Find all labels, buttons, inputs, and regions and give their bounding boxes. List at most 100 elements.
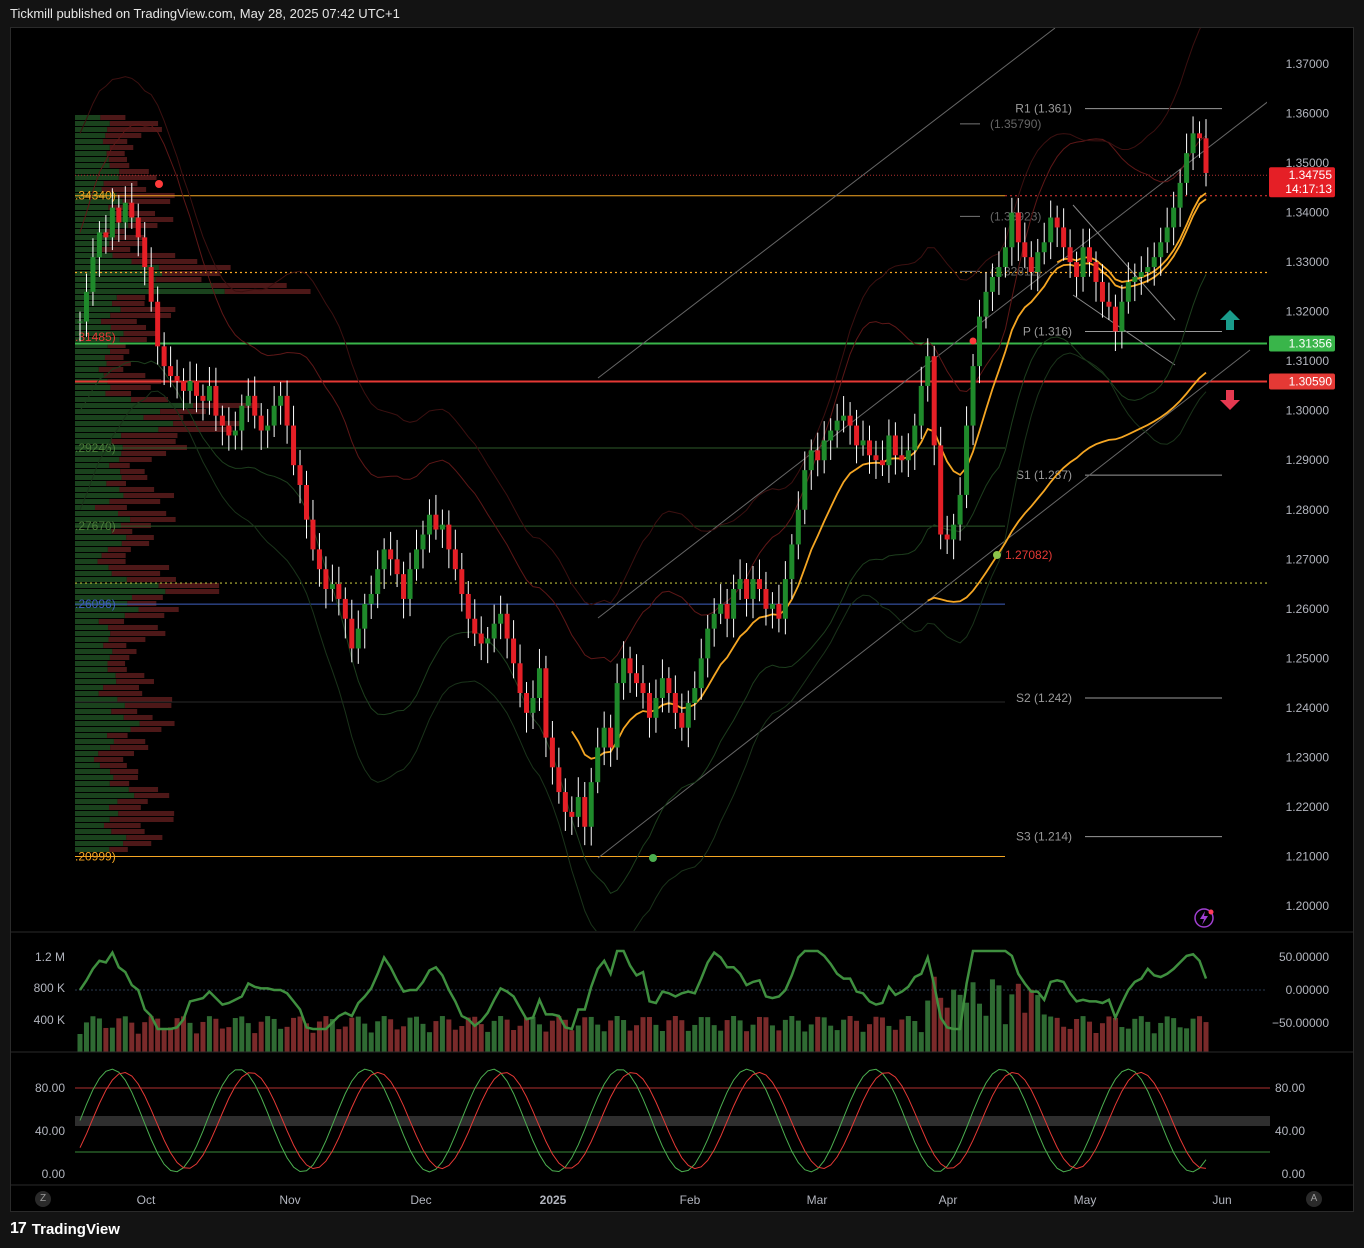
candle-body	[1099, 281, 1105, 302]
volume-bar	[802, 1031, 808, 1052]
volume-profile-bar	[98, 751, 134, 756]
candle-body	[549, 737, 555, 768]
volume-bar	[789, 1016, 795, 1052]
volume-bar	[1022, 1012, 1028, 1052]
volume-bar	[1203, 1022, 1209, 1052]
volume-profile-bar	[75, 781, 110, 786]
time-tick-label: Apr	[939, 1193, 958, 1207]
volume-profile-bar	[116, 679, 154, 684]
candle-body	[524, 693, 530, 713]
volume-profile-bar	[110, 325, 147, 330]
volume-bar	[724, 1020, 730, 1052]
fib-label: (1.33923)	[990, 209, 1041, 223]
candle-body	[1028, 257, 1034, 273]
volume-profile-bar	[161, 271, 221, 276]
chart-canvas[interactable]: R1 (1.361) P (1.316) S1 (1.287) S2 (1.242) S…	[0, 0, 1364, 1248]
candle-body	[1074, 262, 1080, 277]
volume-bar	[375, 1021, 381, 1052]
candle-body	[478, 633, 484, 644]
volume-bar	[511, 1030, 517, 1052]
volume-profile-bar	[98, 691, 143, 696]
volume-profile-bar	[75, 157, 109, 162]
volume-bar	[685, 1030, 691, 1052]
volume-bar	[964, 1002, 970, 1052]
volume-bar	[472, 1016, 478, 1052]
candle-body	[659, 678, 665, 698]
volume-bar	[349, 1017, 355, 1052]
volume-bar	[666, 1020, 672, 1052]
volume-profile-bar	[118, 511, 167, 516]
volume-profile-bar	[75, 469, 121, 474]
volume-profile-bar	[75, 241, 110, 246]
volume-tick-label: 1.2 M	[35, 950, 65, 964]
volume-profile-bar	[75, 547, 108, 552]
candle-body	[407, 569, 413, 599]
volume-profile-bar	[105, 229, 125, 234]
nav-right-button[interactable]: A	[1306, 1191, 1322, 1207]
price-tick-label: 1.22000	[1286, 800, 1330, 814]
volume-bar	[776, 1030, 782, 1052]
volume-profile-bar	[131, 595, 163, 600]
outer-lower-band	[79, 352, 1207, 931]
candle-body	[446, 524, 452, 550]
volume-profile-bar	[75, 673, 116, 678]
volume-bar	[530, 1016, 536, 1052]
volume-profile-bar	[94, 757, 124, 762]
volume-profile-bar	[109, 463, 130, 468]
candle-body	[116, 207, 122, 223]
volume-bar	[1164, 1016, 1170, 1052]
volume-profile-bar	[105, 133, 142, 138]
level-label: .27670)	[75, 519, 116, 533]
volume-bar	[621, 1020, 627, 1052]
price-tick-label: 1.23000	[1286, 750, 1330, 764]
volume-profile-bar	[75, 205, 109, 210]
volume-bar	[892, 1029, 898, 1052]
candle-body	[977, 316, 983, 367]
candle-body	[562, 792, 568, 812]
candle-body	[349, 618, 355, 649]
volume-profile-bar	[75, 775, 114, 780]
volume-bar	[90, 1016, 96, 1052]
volume-profile-bar	[126, 577, 176, 582]
volume-profile-bar	[94, 505, 127, 510]
volume-bar	[278, 1028, 284, 1052]
volume-profile-bar	[110, 349, 130, 354]
volume-profile-bar	[75, 367, 99, 372]
volume-profile-bar	[134, 793, 170, 798]
candle-body	[498, 613, 504, 624]
pivot-label: S1 (1.287)	[1016, 468, 1072, 482]
volume-profile-bar	[75, 511, 119, 516]
volume-bar	[498, 1016, 504, 1052]
volume-profile-bar	[124, 211, 156, 216]
volume-profile-bar	[108, 637, 146, 642]
volume-bar	[821, 1017, 827, 1052]
volume-bar	[459, 1026, 465, 1052]
candle-body	[368, 593, 374, 604]
volume-profile-bar	[75, 301, 113, 306]
candle-body	[737, 579, 743, 590]
volume-bar	[226, 1027, 232, 1052]
volume-bar	[161, 1028, 167, 1052]
price-tag-label: 1.34755	[1289, 168, 1333, 182]
footer-brand[interactable]: 17 TradingView	[10, 1220, 120, 1238]
candle-body	[666, 678, 672, 694]
volume-bar	[575, 1025, 581, 1052]
volume-bar	[549, 1020, 555, 1052]
time-tick-label: Nov	[279, 1193, 300, 1207]
candle-body	[394, 559, 400, 575]
volume-profile-bar	[138, 607, 179, 612]
candle-body	[601, 727, 607, 748]
nav-left-button[interactable]: Z	[35, 1191, 51, 1207]
volume-bar	[1087, 1021, 1093, 1052]
candle-body	[731, 589, 737, 619]
candle-body	[802, 470, 808, 510]
volume-profile-bar	[75, 415, 144, 420]
volume-bar	[763, 1017, 769, 1052]
pivot-label: P (1.316)	[1023, 324, 1072, 338]
upper-band	[79, 123, 1207, 663]
volume-profile-bar	[75, 145, 110, 150]
volume-bar	[1061, 1026, 1067, 1052]
candle-body	[148, 267, 154, 302]
candle-body	[278, 395, 284, 406]
volume-profile-bar	[119, 457, 152, 462]
